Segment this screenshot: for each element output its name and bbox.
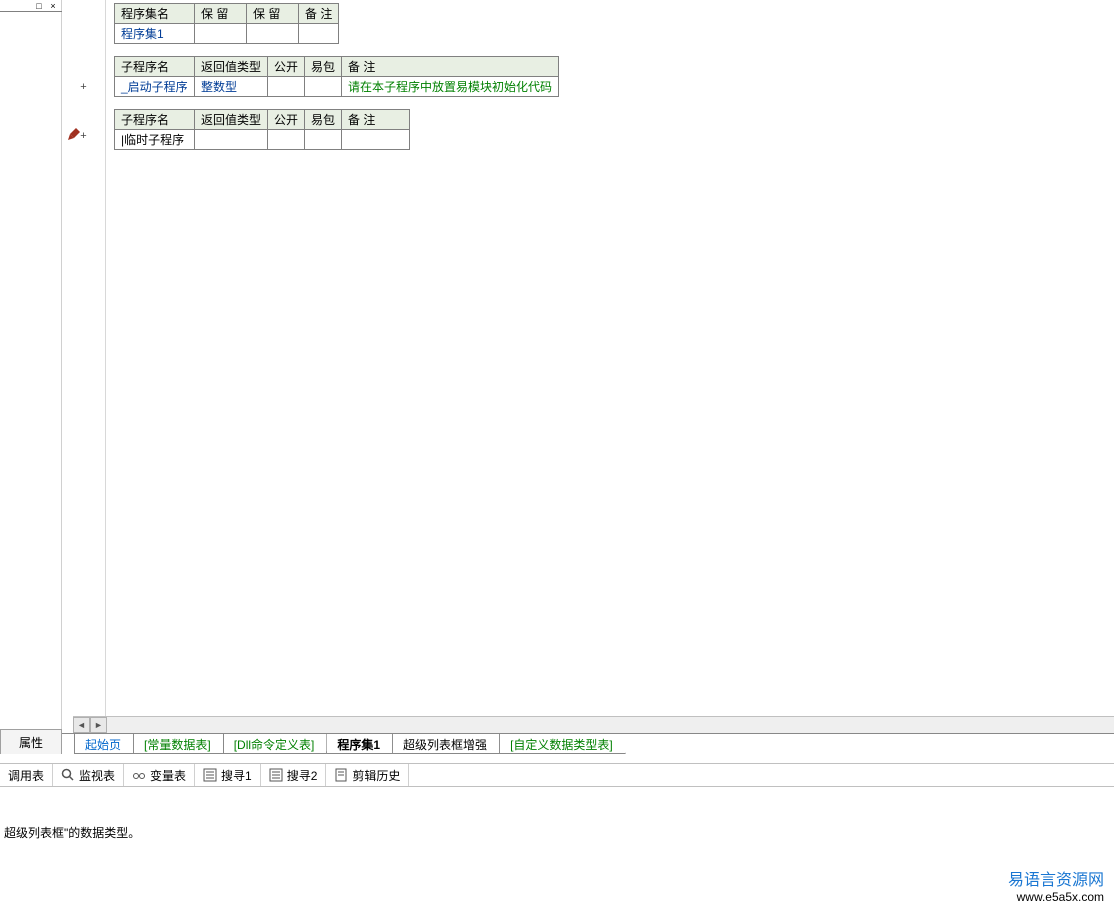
col-remark: 备 注 [342, 110, 410, 130]
col-public: 公开 [268, 110, 305, 130]
properties-tab[interactable]: 属性 [0, 729, 62, 754]
glasses-icon [132, 768, 146, 782]
cell-return-type[interactable]: 整数型 [195, 77, 268, 97]
tab-custom-types[interactable]: [自定义数据类型表] [499, 734, 626, 754]
horizontal-scrollbar[interactable]: ◄ ► [73, 716, 1114, 733]
tab-start-page[interactable]: 起始页 [74, 734, 134, 754]
tab-super-listbox[interactable]: 超级列表框增强 [392, 734, 500, 754]
tab-watch-table[interactable]: 监视表 [53, 764, 124, 786]
subroutine-table-2[interactable]: 子程序名 返回值类型 公开 易包 备 注 |临时子程序 [114, 109, 410, 150]
scroll-right-icon[interactable]: ► [90, 717, 107, 733]
code-gutter: + + [62, 0, 106, 729]
table-row[interactable]: 程序集1 [115, 24, 339, 44]
tab-assembly1[interactable]: 程序集1 [326, 734, 393, 754]
col-sub-name: 子程序名 [115, 57, 195, 77]
magnifier-icon [61, 768, 75, 782]
col-return-type: 返回值类型 [195, 110, 268, 130]
properties-label: 属性 [19, 734, 43, 751]
table-row[interactable]: _启动子程序 整数型 请在本子程序中放置易模块初始化代码 [115, 77, 559, 97]
assembly-table[interactable]: 程序集名 保 留 保 留 备 注 程序集1 [114, 3, 339, 44]
expand-icon[interactable]: + [80, 130, 86, 142]
tab-dll-commands[interactable]: [Dll命令定义表] [223, 734, 328, 754]
table-row[interactable]: |临时子程序 [115, 130, 410, 150]
subroutine-table-1[interactable]: 子程序名 返回值类型 公开 易包 备 注 _启动子程序 整数型 请在本子程序中放… [114, 56, 559, 97]
code-editor[interactable]: 程序集名 保 留 保 留 备 注 程序集1 子程序名 返回值类型 公开 易包 备… [106, 0, 1114, 729]
watermark: 易语言资源网 www.e5a5x.com [1008, 866, 1104, 904]
col-package: 易包 [305, 110, 342, 130]
col-remark: 备 注 [299, 4, 339, 24]
left-sidebar: □ × [0, 0, 62, 729]
cell-sub-name[interactable]: |临时子程序 [115, 130, 195, 150]
col-sub-name: 子程序名 [115, 110, 195, 130]
expand-icon[interactable]: + [80, 81, 86, 93]
tab-clip-history[interactable]: 剪辑历史 [326, 764, 409, 786]
col-reserved-1: 保 留 [195, 4, 247, 24]
watermark-title: 易语言资源网 [1008, 866, 1104, 890]
watermark-url: www.e5a5x.com [1008, 890, 1104, 904]
status-text: 超级列表框"的数据类型。 [4, 824, 140, 841]
document-tabs: 起始页 [常量数据表] [Dll命令定义表] 程序集1 超级列表框增强 [自定义… [62, 733, 1114, 754]
maximize-icon[interactable]: □ [32, 0, 46, 11]
tab-search-2[interactable]: 搜寻2 [261, 764, 327, 786]
document-icon [334, 768, 348, 782]
col-reserved-2: 保 留 [247, 4, 299, 24]
tab-call-table[interactable]: 调用表 [0, 764, 53, 786]
scroll-left-icon[interactable]: ◄ [73, 717, 90, 733]
cell-assembly-name[interactable]: 程序集1 [115, 24, 195, 44]
tab-search-1[interactable]: 搜寻1 [195, 764, 261, 786]
list-icon [203, 768, 217, 782]
cell-sub-name[interactable]: _启动子程序 [115, 77, 195, 97]
col-package: 易包 [305, 57, 342, 77]
pencil-icon [66, 128, 80, 142]
close-icon[interactable]: × [46, 0, 60, 11]
col-return-type: 返回值类型 [195, 57, 268, 77]
sidebar-titlebar: □ × [0, 0, 62, 12]
col-assembly-name: 程序集名 [115, 4, 195, 24]
list-icon [269, 768, 283, 782]
col-public: 公开 [268, 57, 305, 77]
col-remark: 备 注 [342, 57, 559, 77]
tab-constants[interactable]: [常量数据表] [133, 734, 224, 754]
cell-remark[interactable]: 请在本子程序中放置易模块初始化代码 [342, 77, 559, 97]
tab-variable-table[interactable]: 变量表 [124, 764, 195, 786]
bottom-tool-tabs: 调用表 监视表 变量表 搜寻1 搜寻2 剪辑历史 [0, 763, 1114, 787]
